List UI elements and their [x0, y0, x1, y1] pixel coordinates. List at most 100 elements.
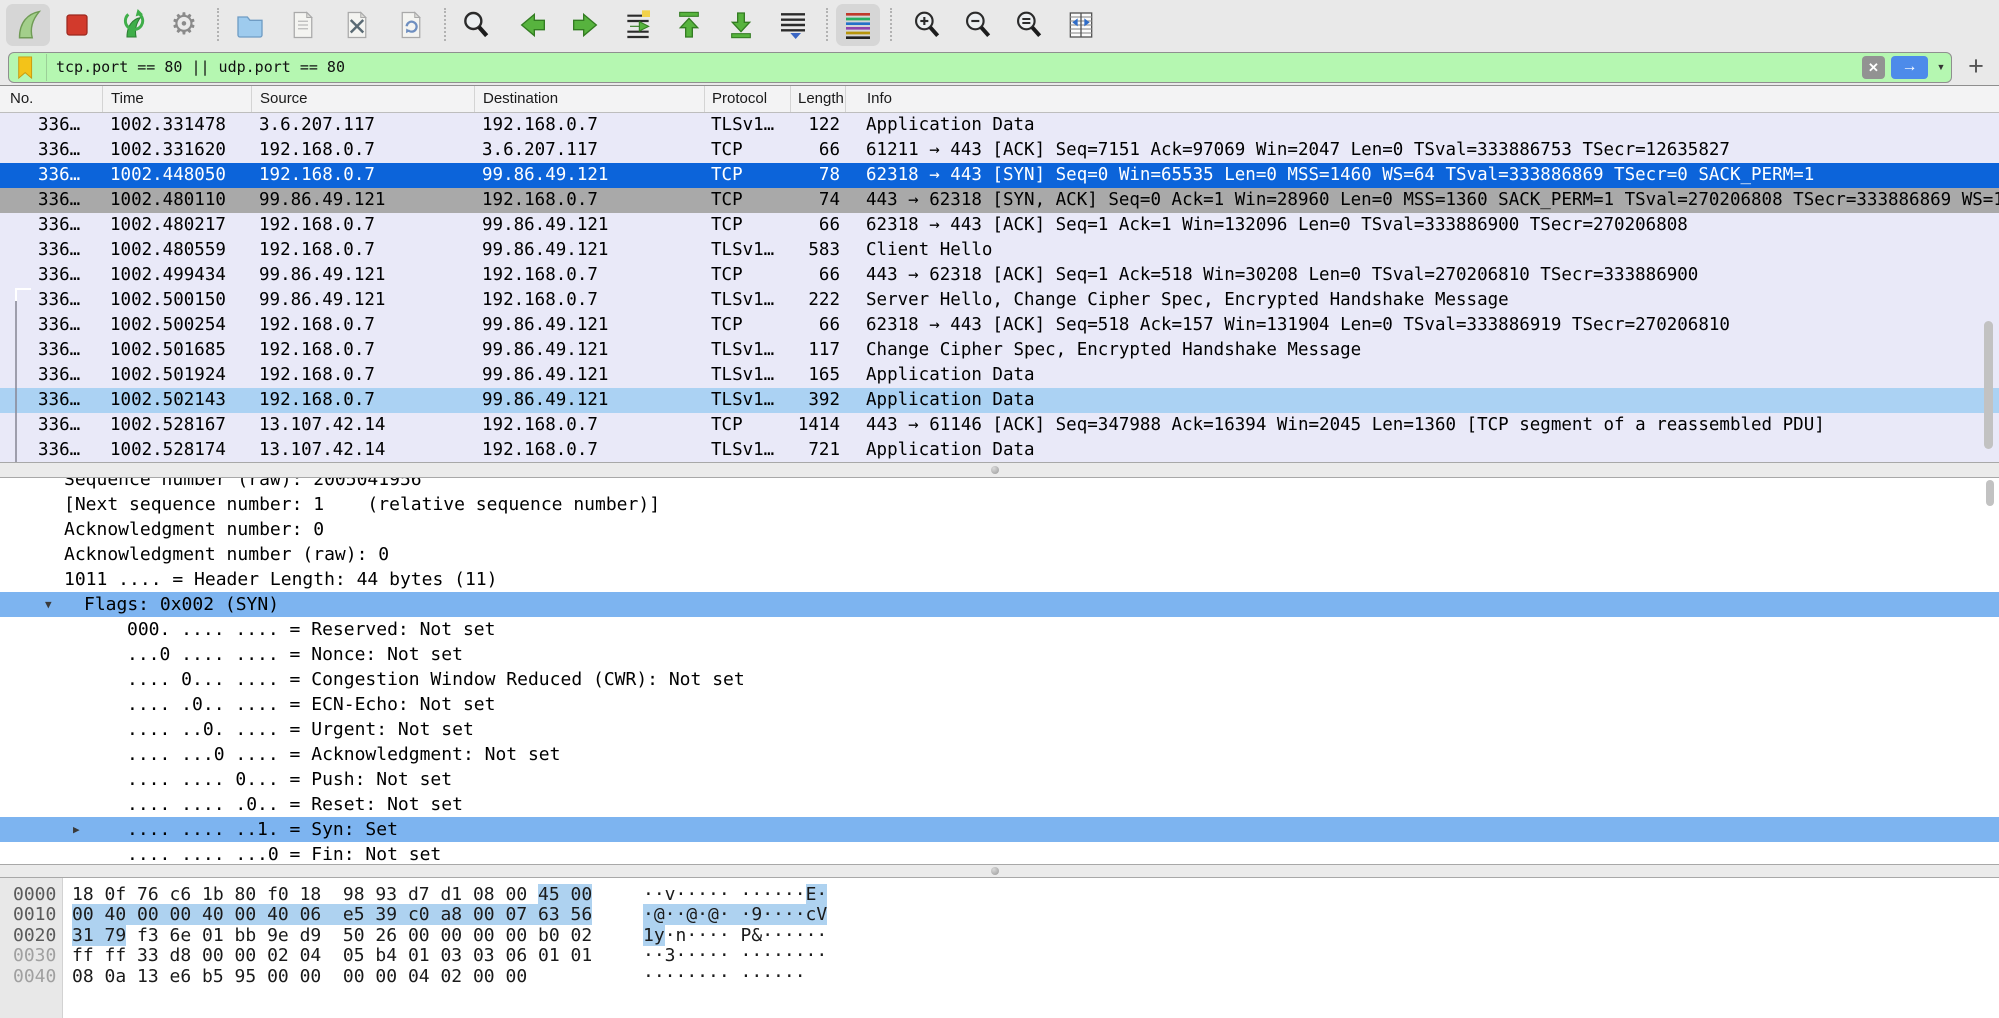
hex-row[interactable]: 000018 0f 76 c6 1b 80 f0 18 98 93 d7 d1 …: [0, 884, 1999, 905]
packet-cell-dst[interactable]: 192.168.0.7: [482, 413, 700, 438]
display-filter-value[interactable]: tcp.port == 80 || udp.port == 80: [56, 53, 345, 82]
detail-line[interactable]: ...0 .... .... = Nonce: Not set: [0, 642, 1999, 667]
packet-cell-no[interactable]: 336…: [38, 288, 100, 313]
hex-bytes[interactable]: 18 0f 76 c6 1b 80 f0 18 98 93 d7 d1 08 0…: [72, 884, 592, 905]
packet-cell-dst[interactable]: 192.168.0.7: [482, 438, 700, 463]
hex-bytes-highlighted[interactable]: 00 40 00 00 40 00 40 06 e5 39 c0 a8 00 0…: [72, 904, 592, 925]
detail-line[interactable]: Acknowledgment number: 0: [0, 517, 1999, 542]
colorize-packets-icon[interactable]: [836, 4, 880, 46]
filter-dropdown-caret[interactable]: ▼: [1933, 56, 1949, 79]
packet-cell-len[interactable]: 392: [790, 388, 840, 413]
packet-row[interactable]: 336…1002.52817413.107.42.14192.168.0.7TL…: [0, 438, 1999, 463]
packet-cell-time[interactable]: 1002.500254: [110, 313, 248, 338]
packet-cell-time[interactable]: 1002.501685: [110, 338, 248, 363]
packet-row[interactable]: 336…1002.49943499.86.49.121192.168.0.7TC…: [0, 263, 1999, 288]
packet-cell-proto[interactable]: TLSv1…: [711, 113, 787, 138]
column-header-time[interactable]: Time: [102, 86, 251, 112]
hex-ascii[interactable]: ··v····· ······: [643, 884, 806, 905]
packet-cell-info[interactable]: Application Data: [866, 438, 1999, 463]
packet-cell-src[interactable]: 192.168.0.7: [259, 138, 471, 163]
packet-cell-len[interactable]: 222: [790, 288, 840, 313]
packet-cell-len[interactable]: 66: [790, 263, 840, 288]
hex-ascii[interactable]: ········ ······: [643, 966, 806, 987]
packet-cell-len[interactable]: 122: [790, 113, 840, 138]
packet-row[interactable]: 336…1002.480217192.168.0.799.86.49.121TC…: [0, 213, 1999, 238]
packet-cell-len[interactable]: 66: [790, 138, 840, 163]
hex-bytes[interactable]: f3 6e 01 bb 9e d9 50 26 00 00 00 00 b0 0…: [126, 925, 592, 946]
packet-cell-src[interactable]: 192.168.0.7: [259, 238, 471, 263]
packet-cell-info[interactable]: Application Data: [866, 363, 1999, 388]
hex-ascii[interactable]: ·@··@·@· ·9····cV: [643, 904, 827, 925]
packet-cell-proto[interactable]: TLSv1…: [711, 338, 787, 363]
packet-cell-time[interactable]: 1002.480217: [110, 213, 248, 238]
packet-cell-proto[interactable]: TCP: [711, 413, 787, 438]
pane-splitter[interactable]: [0, 462, 1999, 478]
details-scrollbar[interactable]: [1986, 480, 1994, 506]
packet-cell-src[interactable]: 99.86.49.121: [259, 188, 471, 213]
packet-cell-src[interactable]: 99.86.49.121: [259, 263, 471, 288]
detail-line[interactable]: Sequence number (raw): 2005041956: [0, 478, 1999, 492]
packet-cell-dst[interactable]: 3.6.207.117: [482, 138, 700, 163]
packet-cell-src[interactable]: 192.168.0.7: [259, 313, 471, 338]
packet-cell-no[interactable]: 336…: [38, 313, 100, 338]
packet-details-pane[interactable]: Sequence number (raw): 2005041956[Next s…: [0, 478, 1999, 864]
packet-cell-time[interactable]: 1002.331478: [110, 113, 248, 138]
packet-cell-len[interactable]: 1414: [790, 413, 840, 438]
packet-row[interactable]: 336…1002.500254192.168.0.799.86.49.121TC…: [0, 313, 1999, 338]
packet-cell-time[interactable]: 1002.448050: [110, 163, 248, 188]
detail-line[interactable]: .... ..0. .... = Urgent: Not set: [0, 717, 1999, 742]
packet-cell-no[interactable]: 336…: [38, 438, 100, 463]
column-header-source[interactable]: Source: [251, 86, 474, 112]
detail-line[interactable]: .... .... 0... = Push: Not set: [0, 767, 1999, 792]
packet-list[interactable]: 336…1002.3314783.6.207.117192.168.0.7TLS…: [0, 113, 1999, 463]
packet-row[interactable]: 336…1002.52816713.107.42.14192.168.0.7TC…: [0, 413, 1999, 438]
hex-ascii[interactable]: ········ ······: [643, 966, 806, 987]
packet-cell-info[interactable]: 62318 → 443 [ACK] Seq=518 Ack=157 Win=13…: [866, 313, 1999, 338]
column-header-no[interactable]: No.: [0, 86, 102, 112]
display-filter-input[interactable]: tcp.port == 80 || udp.port == 80: [8, 52, 1952, 83]
packet-cell-dst[interactable]: 99.86.49.121: [482, 338, 700, 363]
packet-cell-dst[interactable]: 192.168.0.7: [482, 188, 700, 213]
zoom-out-icon[interactable]: [956, 4, 1000, 46]
packet-cell-no[interactable]: 336…: [38, 113, 100, 138]
hex-ascii-highlighted[interactable]: 1y: [643, 925, 665, 946]
column-header-protocol[interactable]: Protocol: [704, 86, 790, 112]
packet-cell-info[interactable]: 443 → 61146 [ACK] Seq=347988 Ack=16394 W…: [866, 413, 1999, 438]
packet-cell-time[interactable]: 1002.500150: [110, 288, 248, 313]
go-forward-icon[interactable]: [563, 4, 607, 46]
go-to-top-icon[interactable]: [667, 4, 711, 46]
detail-line[interactable]: 1011 .... = Header Length: 44 bytes (11): [0, 567, 1999, 592]
packet-cell-no[interactable]: 336…: [38, 363, 100, 388]
hex-ascii[interactable]: ··v····· ······E·: [643, 884, 827, 905]
expander-open-icon[interactable]: ▼: [45, 592, 52, 617]
packet-cell-proto[interactable]: TLSv1…: [711, 438, 787, 463]
packet-cell-time[interactable]: 1002.331620: [110, 138, 248, 163]
packet-cell-src[interactable]: 3.6.207.117: [259, 113, 471, 138]
packet-cell-no[interactable]: 336…: [38, 138, 100, 163]
packet-cell-proto[interactable]: TLSv1…: [711, 288, 787, 313]
packet-cell-dst[interactable]: 99.86.49.121: [482, 388, 700, 413]
packet-list-scrollbar[interactable]: [1984, 321, 1993, 449]
hex-bytes[interactable]: 08 0a 13 e6 b5 95 00 00 00 00 04 02 00 0…: [72, 966, 527, 987]
reload-file-icon[interactable]: [389, 4, 433, 46]
packet-row[interactable]: 336…1002.48011099.86.49.121192.168.0.7TC…: [0, 188, 1999, 213]
go-back-icon[interactable]: [511, 4, 555, 46]
filter-clear-button[interactable]: ✕: [1862, 56, 1885, 79]
expander-closed-icon[interactable]: ▶: [73, 817, 80, 842]
column-header-destination[interactable]: Destination: [474, 86, 704, 112]
column-header-length[interactable]: Length: [790, 86, 845, 112]
packet-cell-dst[interactable]: 99.86.49.121: [482, 238, 700, 263]
packet-cell-src[interactable]: 13.107.42.14: [259, 413, 471, 438]
packet-cell-src[interactable]: 192.168.0.7: [259, 213, 471, 238]
hex-bytes[interactable]: 00 40 00 00 40 00 40 06 e5 39 c0 a8 00 0…: [72, 904, 592, 925]
packet-cell-proto[interactable]: TCP: [711, 313, 787, 338]
detail-line[interactable]: ▼Flags: 0x002 (SYN): [0, 592, 1999, 617]
auto-scroll-icon[interactable]: [771, 4, 815, 46]
packet-cell-dst[interactable]: 192.168.0.7: [482, 263, 700, 288]
packet-row[interactable]: 336…1002.448050192.168.0.799.86.49.121TC…: [0, 163, 1999, 188]
go-to-bottom-icon[interactable]: [719, 4, 763, 46]
packet-cell-src[interactable]: 192.168.0.7: [259, 388, 471, 413]
packet-cell-time[interactable]: 1002.501924: [110, 363, 248, 388]
packet-cell-dst[interactable]: 99.86.49.121: [482, 213, 700, 238]
packet-cell-info[interactable]: Application Data: [866, 388, 1999, 413]
